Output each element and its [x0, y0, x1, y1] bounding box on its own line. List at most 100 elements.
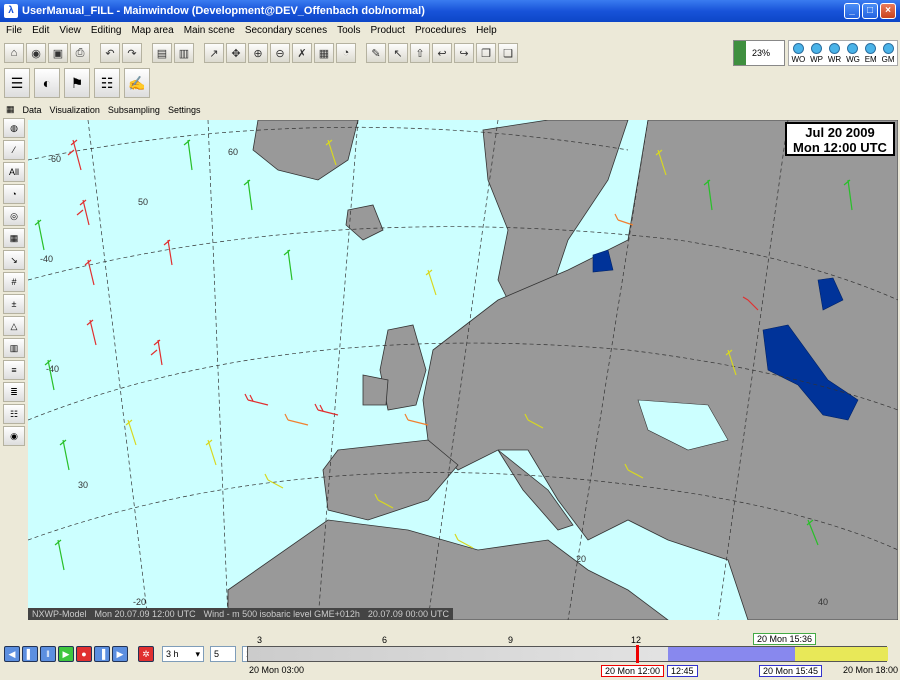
- step-select[interactable]: 3 h ▾: [162, 646, 204, 662]
- back-icon[interactable]: ↩: [432, 43, 452, 63]
- timeline-slider[interactable]: [247, 645, 888, 663]
- clear-icon[interactable]: ✗: [292, 43, 312, 63]
- edit-layer-icon[interactable]: ✍: [124, 68, 150, 98]
- forward-icon[interactable]: ↪: [454, 43, 474, 63]
- svg-text:40: 40: [818, 597, 828, 607]
- menu-view[interactable]: View: [59, 25, 81, 36]
- submenu-data[interactable]: Data: [23, 105, 42, 115]
- pan-icon[interactable]: ✥: [226, 43, 246, 63]
- shape-icon[interactable]: △: [3, 316, 25, 336]
- speed-spinner[interactable]: 5: [210, 646, 236, 662]
- pause-button[interactable]: ‖: [40, 646, 56, 662]
- tick-3: 3: [257, 635, 263, 645]
- numbers-icon[interactable]: #: [3, 272, 25, 292]
- status-lights: WO WP WR WG EM GM: [788, 40, 898, 66]
- status-light[interactable]: WO: [791, 43, 805, 65]
- end-time-label: 20 Mon 18:00: [843, 665, 899, 675]
- submenu-subsampling[interactable]: Subsampling: [108, 105, 160, 115]
- status-light[interactable]: WP: [810, 43, 823, 65]
- status-light[interactable]: WR: [828, 43, 841, 65]
- zoom-in-icon[interactable]: ⊕: [248, 43, 268, 63]
- close-button[interactable]: ×: [880, 3, 896, 19]
- tick-9: 9: [508, 635, 514, 645]
- progress-fill: [734, 41, 746, 65]
- submenu-settings[interactable]: Settings: [168, 105, 201, 115]
- pencil-icon[interactable]: ✎: [366, 43, 386, 63]
- menu-procedures[interactable]: Procedures: [415, 25, 466, 36]
- home-icon[interactable]: ⌂: [4, 43, 24, 63]
- mouse-icon[interactable]: ◔: [336, 43, 356, 63]
- step-forward-button[interactable]: ▐: [94, 646, 110, 662]
- skip-forward-button[interactable]: ▶: [112, 646, 128, 662]
- play-button[interactable]: ▶: [58, 646, 74, 662]
- status-light[interactable]: GM: [882, 43, 894, 65]
- minimize-button[interactable]: _: [844, 3, 860, 19]
- timeline-range-blue: [668, 647, 795, 661]
- stop-button[interactable]: ●: [76, 646, 92, 662]
- svg-text:50: 50: [138, 197, 148, 207]
- redo-icon[interactable]: ↷: [122, 43, 142, 63]
- svg-text:30: 30: [78, 480, 88, 490]
- contour-icon[interactable]: ◎: [3, 206, 25, 226]
- paste-icon[interactable]: ❏: [498, 43, 518, 63]
- info-icon[interactable]: ◉: [3, 426, 25, 446]
- zoom-out-icon[interactable]: ⊖: [270, 43, 290, 63]
- save-icon[interactable]: ▣: [48, 43, 68, 63]
- layers-icon[interactable]: ▦: [314, 43, 334, 63]
- print-icon[interactable]: ⎙: [70, 43, 90, 63]
- grid-layer-icon[interactable]: ▦: [3, 228, 25, 248]
- chart-layer-icon[interactable]: ▥: [3, 338, 25, 358]
- menu-bar: File Edit View Editing Map area Main sce…: [0, 22, 900, 38]
- archive-icon[interactable]: ▥: [174, 43, 194, 63]
- open-icon[interactable]: ▤: [152, 43, 172, 63]
- field-icon[interactable]: ◔: [3, 184, 25, 204]
- symbol-icon[interactable]: ⚑: [64, 68, 90, 98]
- move-icon[interactable]: ⇧: [410, 43, 430, 63]
- stack-icon[interactable]: ≡: [3, 360, 25, 380]
- menu-map-area[interactable]: Map area: [131, 25, 173, 36]
- menu-tools[interactable]: Tools: [337, 25, 360, 36]
- wind-icon[interactable]: ↘: [3, 250, 25, 270]
- menu-file[interactable]: File: [6, 25, 22, 36]
- menu-editing[interactable]: Editing: [91, 25, 122, 36]
- menu-secondary-scenes[interactable]: Secondary scenes: [245, 25, 327, 36]
- chevron-down-icon: ▾: [195, 648, 200, 659]
- zoom-map-icon[interactable]: ◉: [26, 43, 46, 63]
- app-icon: λ: [4, 4, 18, 18]
- menu-help[interactable]: Help: [476, 25, 497, 36]
- skip-back-button[interactable]: ◀: [4, 646, 20, 662]
- palette-icon[interactable]: ◐: [34, 68, 60, 98]
- tick-12: 12: [631, 635, 642, 645]
- svg-text:20: 20: [576, 554, 586, 564]
- map-view[interactable]: 60 50 -40 -40 30 -20 20 40 -60 Jul 20 20…: [28, 120, 898, 620]
- valid-time-label: Mon 20.07.09 12:00 UTC: [94, 609, 196, 619]
- run-time-label: 20.07.09 00:00 UTC: [367, 609, 449, 619]
- undo-icon[interactable]: ↶: [100, 43, 120, 63]
- map-status-bar: NXWP-Model Mon 20.07.09 12:00 UTC Wind -…: [28, 608, 453, 620]
- status-light[interactable]: WG: [846, 43, 860, 65]
- layer-toolbar: ☰ ◐ ⚑ ☷ ✍: [4, 68, 150, 98]
- current-time-marker[interactable]: [636, 645, 639, 663]
- copy-icon[interactable]: ❐: [476, 43, 496, 63]
- lines-icon[interactable]: ⁄: [3, 140, 25, 160]
- select-icon[interactable]: ↖: [388, 43, 408, 63]
- stack2-icon[interactable]: ≣: [3, 382, 25, 402]
- status-light[interactable]: EM: [865, 43, 877, 65]
- time-control-panel: ◀ ▌ ‖ ▶ ● ▐ ▶ ✲ 3 h▾ 5 1 20 Mon 15:36 3 …: [0, 621, 900, 680]
- chart-icon[interactable]: ☷: [94, 68, 120, 98]
- field-label: Wind - m 500 isobaric level GME+012h: [203, 609, 360, 619]
- step-back-button[interactable]: ▌: [22, 646, 38, 662]
- menu-main-scene[interactable]: Main scene: [184, 25, 235, 36]
- settings-gear-icon[interactable]: ✲: [138, 646, 154, 662]
- globe-icon[interactable]: ◍: [3, 118, 25, 138]
- menu-edit[interactable]: Edit: [32, 25, 49, 36]
- submenu-visualization[interactable]: Visualization: [50, 105, 100, 115]
- current-time-label: 20 Mon 12:00: [601, 665, 665, 677]
- max-min-icon[interactable]: ±: [3, 294, 25, 314]
- menu-product[interactable]: Product: [370, 25, 404, 36]
- maximize-button[interactable]: □: [862, 3, 878, 19]
- stack3-icon[interactable]: ☷: [3, 404, 25, 424]
- pointer-icon[interactable]: ↗: [204, 43, 224, 63]
- all-button[interactable]: All: [3, 162, 25, 182]
- layer-list-icon[interactable]: ☰: [4, 68, 30, 98]
